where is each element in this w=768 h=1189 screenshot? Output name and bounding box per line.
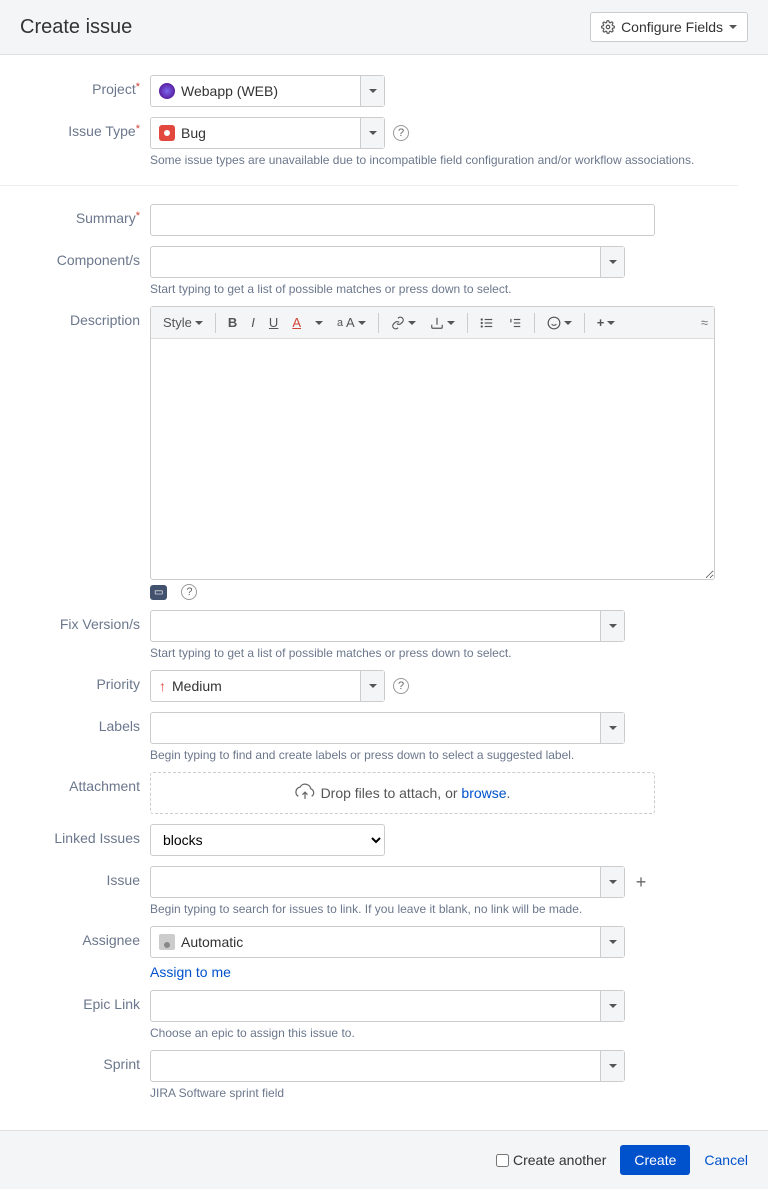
fix-versions-label: Fix Version/s [0,610,150,632]
help-icon[interactable]: ? [181,584,197,600]
attachment-label: Attachment [0,772,150,794]
summary-input[interactable] [159,212,646,228]
components-label: Component/s [0,246,150,268]
priority-label: Priority [0,670,150,692]
editor-toolbar: Style B I U A aA [151,307,714,339]
chevron-down-icon[interactable] [600,867,624,897]
epic-link-hint: Choose an epic to assign this issue to. [150,1026,738,1040]
text-color-button[interactable]: A [286,311,307,334]
project-label: Project* [0,75,150,97]
create-another-checkbox[interactable]: Create another [496,1152,606,1168]
sprint-label: Sprint [0,1050,150,1072]
project-icon [159,83,175,99]
chevron-down-icon[interactable] [600,1051,624,1081]
chevron-down-icon [729,25,737,29]
expand-icon[interactable]: ≈ [701,315,708,330]
epic-link-select[interactable] [150,990,625,1022]
cancel-link[interactable]: Cancel [704,1152,748,1168]
emoji-button[interactable] [541,312,578,334]
create-button[interactable]: Create [620,1145,690,1175]
issue-select[interactable] [150,866,625,898]
description-editor: Style B I U A aA [150,306,715,580]
link-button[interactable] [385,312,422,334]
fix-versions-hint: Start typing to get a list of possible m… [150,646,738,660]
issue-label: Issue [0,866,150,888]
priority-select[interactable]: ↑ Medium [150,670,385,702]
linked-issues-label: Linked Issues [0,824,150,846]
avatar-icon [159,934,175,950]
dialog-header: Create issue Configure Fields [0,0,768,55]
add-issue-button[interactable]: + [631,872,651,892]
chevron-down-icon[interactable] [600,927,624,957]
chevron-down-icon[interactable] [360,671,384,701]
underline-button[interactable]: U [263,311,284,334]
labels-hint: Begin typing to find and create labels o… [150,748,738,762]
italic-button[interactable]: I [245,311,261,334]
issue-type-label: Issue Type* [0,117,150,139]
browse-link[interactable]: browse [461,785,506,801]
divider [0,185,738,186]
chevron-down-icon[interactable] [360,76,384,106]
help-icon[interactable]: ? [393,125,409,141]
project-select[interactable]: Webapp (WEB) [150,75,385,107]
linked-issues-select[interactable]: blocks [150,824,385,856]
issue-type-select[interactable]: Bug [150,117,385,149]
more-format-dropdown[interactable] [309,317,329,329]
help-icon[interactable]: ? [393,678,409,694]
bold-button[interactable]: B [222,311,243,334]
sprint-hint: JIRA Software sprint field [150,1086,738,1100]
epic-link-label: Epic Link [0,990,150,1012]
form-body: Project* Webapp (WEB) Issue Type* Bug [0,55,768,1130]
numbered-list-button[interactable] [502,312,528,334]
components-select[interactable] [150,246,625,278]
sprint-select[interactable] [150,1050,625,1082]
bug-icon [159,125,175,141]
page-title: Create issue [20,16,132,39]
assignee-label: Assignee [0,926,150,948]
chevron-down-icon[interactable] [600,247,624,277]
chevron-down-icon[interactable] [360,118,384,148]
summary-label: Summary* [0,204,150,226]
assign-to-me-link[interactable]: Assign to me [150,964,231,980]
description-textarea[interactable] [151,339,714,579]
bullet-list-button[interactable] [474,312,500,334]
chevron-down-icon[interactable] [600,991,624,1021]
chevron-down-icon[interactable] [600,611,624,641]
visual-mode-button[interactable]: ▭ [150,585,167,600]
issue-type-hint: Some issue types are unavailable due to … [150,153,738,167]
upload-icon [295,783,315,803]
insert-more-button[interactable]: + [591,311,622,334]
chevron-down-icon[interactable] [600,713,624,743]
description-label: Description [0,306,150,328]
components-hint: Start typing to get a list of possible m… [150,282,738,296]
labels-select[interactable] [150,712,625,744]
gear-icon [601,20,615,34]
style-dropdown[interactable]: Style [157,311,209,334]
attachment-button[interactable] [424,312,461,334]
priority-icon: ↑ [159,678,166,694]
attachment-dropzone[interactable]: Drop files to attach, or browse. [150,772,655,814]
assignee-select[interactable]: Automatic [150,926,625,958]
issue-hint: Begin typing to search for issues to lin… [150,902,738,916]
dialog-footer: Create another Create Cancel [0,1130,768,1189]
clear-format-button[interactable]: aA [331,311,372,334]
labels-label: Labels [0,712,150,734]
configure-fields-button[interactable]: Configure Fields [590,12,748,42]
fix-versions-select[interactable] [150,610,625,642]
